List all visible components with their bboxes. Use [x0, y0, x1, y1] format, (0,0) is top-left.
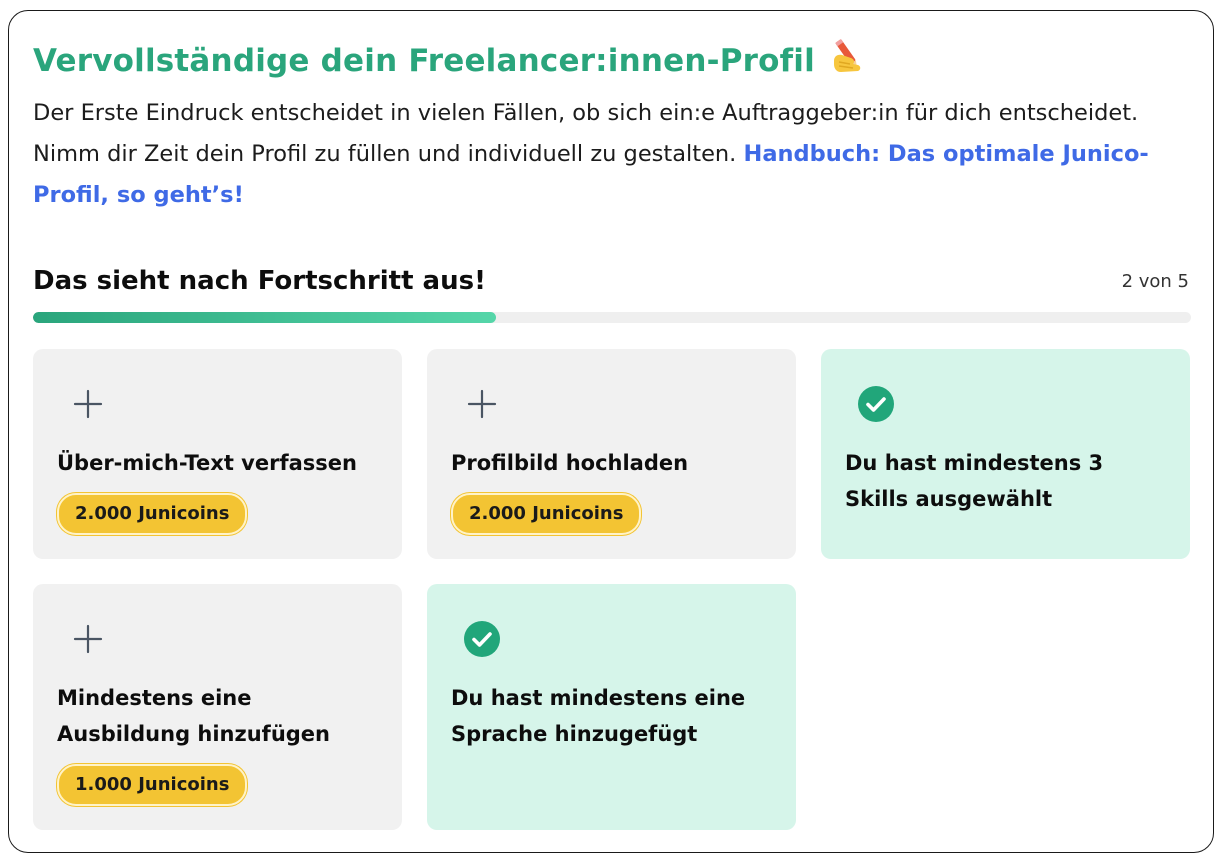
writing-hand-icon — [829, 37, 867, 75]
progress-count: 2 von 5 — [1121, 271, 1189, 292]
task-card-skills[interactable]: Du hast mindestens 3 Skills ausgewählt — [821, 349, 1190, 559]
task-label: Mindestens eine Ausbildung hinzufügen — [57, 686, 330, 746]
task-card-education[interactable]: Mindestens eine Ausbildung hinzufügen 1.… — [33, 584, 402, 830]
card-description: Der Erste Eindruck entscheidet in vielen… — [33, 93, 1193, 216]
plus-icon — [463, 385, 501, 423]
task-label: Über-mich-Text verfassen — [57, 451, 357, 475]
check-circle-icon — [857, 385, 895, 423]
plus-icon — [69, 620, 107, 658]
progress-bar — [33, 312, 1191, 323]
progress-title: Das sieht nach Fortschritt aus! — [33, 266, 486, 296]
task-card-language[interactable]: Du hast mindestens eine Sprache hinzugef… — [427, 584, 796, 830]
reward-badge: 1.000 Junicoins — [57, 764, 248, 806]
reward-badge: 2.000 Junicoins — [57, 493, 248, 535]
reward-badge: 2.000 Junicoins — [451, 493, 642, 535]
task-label: Du hast mindestens eine Sprache hinzugef… — [451, 686, 746, 746]
task-card-about-me[interactable]: Über-mich-Text verfassen 2.000 Junicoins — [33, 349, 402, 559]
task-card-profile-picture[interactable]: Profilbild hochladen 2.000 Junicoins — [427, 349, 796, 559]
check-circle-icon — [463, 620, 501, 658]
task-label: Profilbild hochladen — [451, 451, 689, 475]
card-title: Vervollständige dein Freelancer:innen-Pr… — [33, 37, 867, 84]
card-title-text: Vervollständige dein Freelancer:innen-Pr… — [33, 43, 815, 79]
task-label: Du hast mindestens 3 Skills ausgewählt — [845, 451, 1104, 511]
profile-completion-card: Vervollständige dein Freelancer:innen-Pr… — [8, 10, 1214, 853]
progress-bar-fill — [33, 312, 497, 323]
plus-icon — [69, 385, 107, 423]
